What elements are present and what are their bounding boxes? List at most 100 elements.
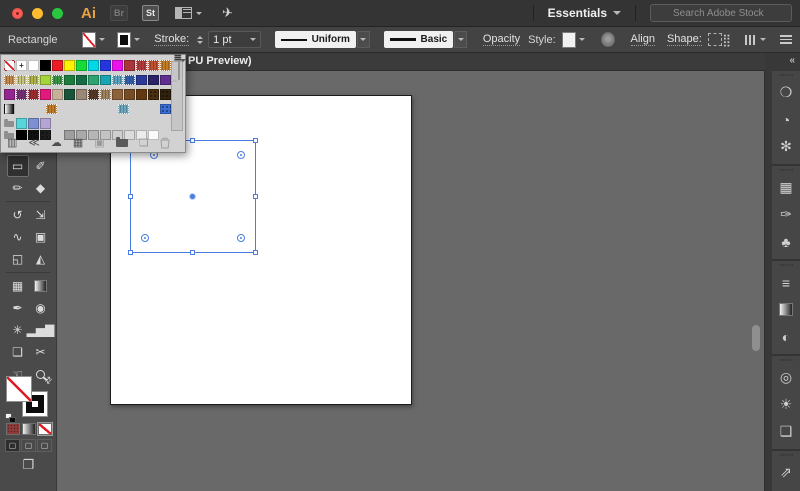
gradient-tool[interactable] — [30, 275, 52, 297]
stroke-link[interactable]: Stroke: — [154, 33, 190, 46]
document-layout-icon[interactable] — [745, 34, 767, 45]
draw-normal-button[interactable]: ▢ — [5, 439, 20, 452]
new-color-group-icon[interactable] — [115, 136, 128, 147]
eraser-tool[interactable]: ◆ — [30, 177, 52, 199]
style-swatch[interactable] — [561, 31, 577, 48]
width-profile-chevron-icon[interactable] — [356, 31, 370, 48]
workspace-switcher[interactable]: Essentials — [548, 6, 607, 20]
fill-chevron-icon[interactable] — [98, 38, 105, 41]
swatch[interactable] — [76, 74, 87, 85]
selected-rectangle[interactable] — [128, 138, 258, 255]
add-to-cc-library-icon[interactable]: ☁ — [51, 136, 62, 149]
swatch[interactable] — [64, 60, 75, 71]
object-center-point[interactable] — [190, 193, 195, 199]
swatch[interactable] — [40, 74, 51, 85]
scale-tool[interactable]: ⇲ — [30, 204, 52, 226]
swatch[interactable] — [160, 89, 171, 100]
swatch[interactable] — [4, 89, 15, 100]
swatch[interactable] — [40, 89, 51, 100]
width-tool[interactable]: ∿ — [7, 226, 29, 248]
stroke-panel-icon[interactable]: ≡ — [772, 269, 800, 296]
column-graph-tool[interactable]: ▂▅▇ — [27, 319, 55, 341]
corner-radius-widget[interactable] — [237, 151, 245, 159]
arrange-documents-icon[interactable] — [175, 7, 193, 19]
corner-radius-widget[interactable] — [237, 234, 245, 242]
show-swatch-kinds-icon[interactable]: ≪ — [28, 136, 40, 149]
brush-definition-dropdown[interactable]: Basic — [383, 31, 454, 48]
control-panel-menu-icon[interactable] — [780, 35, 793, 44]
variable-width-profile-dropdown[interactable]: Uniform — [274, 31, 356, 48]
bridge-button[interactable]: Br — [110, 5, 129, 21]
gradient-button[interactable] — [22, 423, 36, 435]
brush-chevron-icon[interactable] — [454, 31, 467, 48]
swatch[interactable] — [148, 74, 159, 85]
swatch[interactable] — [118, 103, 129, 114]
rectangle-tool[interactable]: ▭ — [6, 155, 29, 177]
swatch[interactable] — [28, 60, 39, 71]
style-chevron-icon[interactable] — [579, 38, 586, 41]
color-group-folder-icon[interactable] — [4, 118, 15, 129]
swatch[interactable]: + — [16, 60, 27, 71]
color-guide-panel-icon[interactable]: ◔ — [772, 106, 800, 133]
draw-inside-button[interactable]: ▢ — [37, 439, 52, 452]
close-window-button[interactable] — [12, 7, 23, 19]
shaper-tool[interactable]: ✏ — [7, 177, 29, 199]
fill-indicator-none[interactable] — [6, 376, 32, 402]
graphic-styles-panel-icon[interactable]: ❑ — [772, 418, 800, 445]
gpu-performance-rocket-icon[interactable]: ✈ — [221, 4, 234, 21]
canvas-vertical-scrollbar[interactable] — [752, 325, 760, 351]
search-input[interactable] — [650, 4, 792, 22]
swatch[interactable] — [124, 89, 135, 100]
selection-handle[interactable] — [190, 138, 195, 143]
workspace-chevron-icon[interactable] — [613, 11, 621, 15]
swatch-options-icon[interactable]: ▣ — [94, 136, 104, 149]
swatch[interactable] — [88, 89, 99, 100]
swatch[interactable] — [40, 60, 51, 71]
swatch[interactable] — [148, 89, 159, 100]
swatch[interactable] — [64, 74, 75, 85]
swatch[interactable] — [136, 89, 147, 100]
delete-swatch-icon[interactable] — [160, 137, 170, 149]
swatch[interactable] — [52, 60, 63, 71]
swatch[interactable] — [148, 60, 159, 71]
swatch[interactable] — [4, 103, 15, 114]
perspective-grid-tool[interactable]: ◭ — [30, 248, 52, 270]
opacity-link[interactable]: Opacity — [482, 33, 521, 46]
color-themes-panel-icon[interactable]: ✻ — [772, 133, 800, 160]
free-transform-tool[interactable]: ▣ — [30, 226, 52, 248]
swatch[interactable] — [76, 89, 87, 100]
color-panel-icon[interactable]: ❍ — [772, 79, 800, 106]
stock-button[interactable]: St — [142, 5, 160, 21]
stroke-color-swatch[interactable] — [116, 31, 132, 48]
stroke-weight-dropdown[interactable]: 1 pt — [208, 31, 261, 48]
align-link[interactable]: Align — [630, 33, 655, 46]
swatch-libraries-menu-icon[interactable]: ▥ — [7, 136, 17, 149]
swatch[interactable] — [124, 60, 135, 71]
paintbrush-tool[interactable]: ✐ — [30, 155, 52, 177]
new-swatch-icon[interactable]: ❏ — [139, 136, 149, 149]
eyedropper-tool[interactable]: ✒ — [7, 297, 29, 319]
selection-handle[interactable] — [253, 250, 258, 255]
slice-tool[interactable]: ✂ — [30, 341, 52, 363]
rotate-tool[interactable]: ↺ — [7, 204, 29, 226]
swatch[interactable] — [40, 118, 51, 129]
swatch[interactable] — [28, 118, 39, 129]
swatch[interactable] — [136, 74, 147, 85]
draw-behind-button[interactable]: ▢ — [21, 439, 36, 452]
swatch-kinds-grid-icon[interactable]: ▦ — [73, 136, 83, 149]
swatch[interactable] — [112, 74, 123, 85]
swatch[interactable] — [100, 74, 111, 85]
color-button[interactable] — [6, 423, 20, 435]
shape-builder-tool[interactable]: ◱ — [7, 248, 29, 270]
mesh-tool[interactable]: ▦ — [7, 275, 29, 297]
symbols-panel-icon[interactable]: ♣ — [772, 228, 800, 255]
swatch[interactable] — [88, 74, 99, 85]
swatch[interactable] — [4, 74, 15, 85]
swatch[interactable] — [160, 103, 171, 114]
layers-panel-icon[interactable]: ❖ — [772, 486, 800, 491]
change-screen-mode-icon[interactable]: ❒ — [0, 457, 57, 473]
arrange-documents-chevron-icon[interactable] — [196, 11, 203, 15]
swatch[interactable] — [4, 60, 15, 71]
swatch[interactable] — [100, 60, 111, 71]
swatches-panel-icon[interactable]: ▦ — [772, 174, 800, 201]
